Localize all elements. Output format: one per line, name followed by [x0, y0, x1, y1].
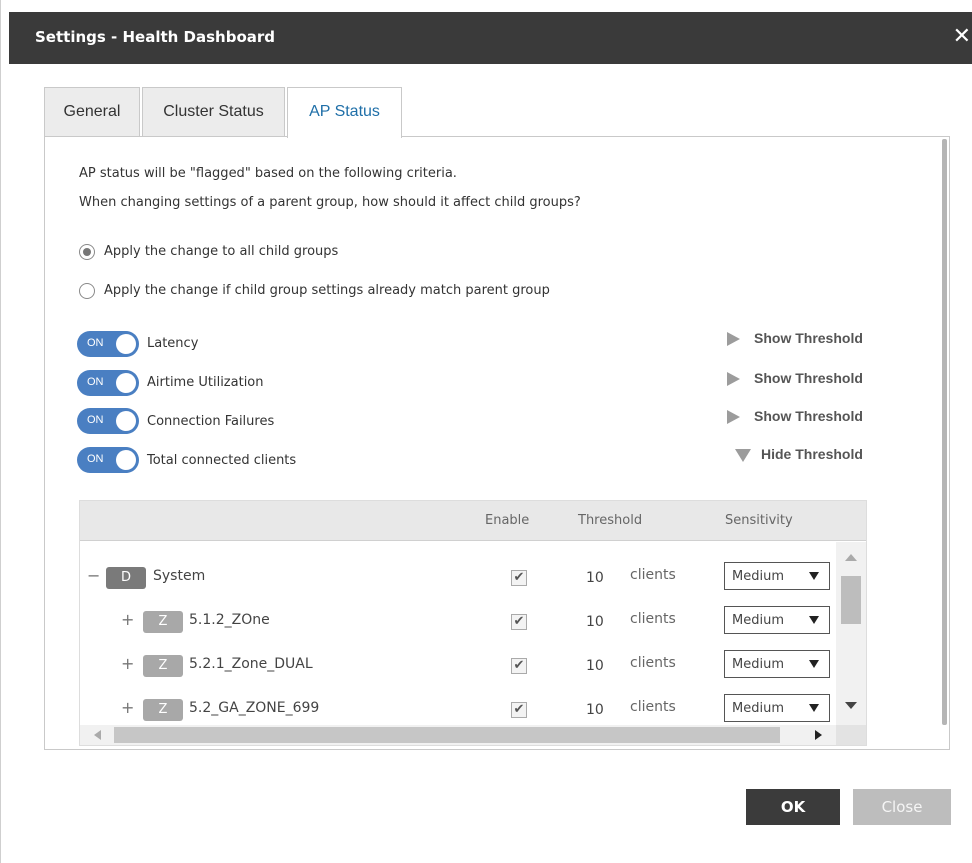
caret-right-icon [727, 372, 740, 387]
close-icon[interactable]: ✕ [953, 24, 971, 49]
toggle-knob [116, 411, 136, 431]
tab-general[interactable]: General [44, 87, 140, 137]
dropdown-arrow-icon [809, 704, 819, 712]
collapse-icon[interactable]: − [87, 566, 100, 585]
zone-badge: Z [143, 699, 183, 721]
radio-apply-all-label: Apply the change to all child groups [104, 244, 339, 259]
table-header: Enable Threshold Sensitivity [80, 501, 866, 541]
radio-apply-if-match-label: Apply the change if child group settings… [104, 283, 550, 298]
threshold-table: Enable Threshold Sensitivity − D System … [79, 500, 867, 746]
expand-icon[interactable]: + [121, 610, 134, 629]
radio-apply-if-match[interactable] [79, 283, 95, 299]
hide-threshold-total-clients[interactable]: Hide Threshold [735, 446, 863, 462]
threshold-unit: clients [630, 655, 676, 671]
close-button[interactable]: Close [853, 789, 951, 825]
tab-ap-status[interactable]: AP Status [287, 87, 402, 138]
toggle-knob [116, 450, 136, 470]
airtime-utilization-toggle[interactable]: ON [77, 370, 139, 396]
threshold-value: 10 [586, 658, 604, 674]
scroll-left-icon[interactable] [94, 730, 101, 740]
row-name: 5.2.1_Zone_DUAL [189, 656, 313, 672]
scroll-thumb[interactable] [841, 576, 861, 624]
header-enable: Enable [485, 513, 530, 528]
domain-badge: D [106, 567, 146, 589]
zone-badge: Z [143, 655, 183, 677]
show-threshold-connection-failures[interactable]: Show Threshold [727, 408, 863, 425]
description-line-1: AP status will be "flagged" based on the… [79, 166, 457, 181]
dialog-title: Settings - Health Dashboard [35, 28, 276, 46]
criteria-label-airtime: Airtime Utilization [147, 375, 264, 390]
toggle-knob [116, 373, 136, 393]
caret-right-icon [727, 332, 740, 347]
table-row: + Z 5.1.2_ZOne ✔ 10 clients Medium [80, 600, 836, 644]
ok-button[interactable]: OK [746, 789, 840, 825]
header-sensitivity: Sensitivity [725, 513, 793, 528]
table-horizontal-scrollbar[interactable] [80, 725, 866, 745]
latency-toggle[interactable]: ON [77, 331, 139, 357]
sensitivity-value: Medium [732, 613, 784, 628]
sensitivity-value: Medium [732, 569, 784, 584]
sensitivity-select[interactable]: Medium [724, 650, 830, 678]
toggle-on-label: ON [87, 337, 104, 349]
row-name: System [153, 568, 206, 584]
scrollbar-corner [836, 725, 866, 745]
sensitivity-value: Medium [732, 701, 784, 716]
sensitivity-select[interactable]: Medium [724, 694, 830, 722]
criteria-label-connection-failures: Connection Failures [147, 414, 275, 429]
connection-failures-toggle[interactable]: ON [77, 408, 139, 434]
toggle-on-label: ON [87, 414, 104, 426]
show-threshold-airtime[interactable]: Show Threshold [727, 370, 863, 387]
total-connected-clients-toggle[interactable]: ON [77, 447, 139, 473]
enable-checkbox[interactable]: ✔ [511, 614, 527, 630]
settings-dialog: Settings - Health Dashboard ✕ General Cl… [0, 0, 972, 863]
scroll-thumb[interactable] [114, 727, 780, 743]
tab-cluster-status[interactable]: Cluster Status [142, 87, 285, 137]
caret-right-icon [727, 410, 740, 425]
zone-badge: Z [143, 611, 183, 633]
dialog-titlebar: Settings - Health Dashboard ✕ [9, 12, 972, 64]
description-line-2: When changing settings of a parent group… [79, 195, 581, 210]
panel-scrollbar[interactable] [942, 139, 947, 725]
dropdown-arrow-icon [809, 660, 819, 668]
row-name: 5.1.2_ZOne [189, 612, 270, 628]
toggle-on-label: ON [87, 453, 104, 465]
dropdown-arrow-icon [809, 616, 819, 624]
sensitivity-value: Medium [732, 657, 784, 672]
enable-checkbox[interactable]: ✔ [511, 570, 527, 586]
toggle-knob [116, 334, 136, 354]
threshold-unit: clients [630, 567, 676, 583]
threshold-unit: clients [630, 699, 676, 715]
sensitivity-select[interactable]: Medium [724, 606, 830, 634]
scroll-up-icon[interactable] [845, 554, 857, 561]
caret-down-icon [735, 448, 751, 462]
dropdown-arrow-icon [809, 572, 819, 580]
table-row: − D System ✔ 10 clients Medium [80, 556, 836, 600]
table-row: + Z 5.2.1_Zone_DUAL ✔ 10 clients Medium [80, 644, 836, 688]
threshold-value: 10 [586, 614, 604, 630]
row-name: 5.2_GA_ZONE_699 [189, 700, 320, 716]
header-threshold: Threshold [578, 513, 643, 528]
expand-icon[interactable]: + [121, 698, 134, 717]
toggle-on-label: ON [87, 376, 104, 388]
table-vertical-scrollbar[interactable] [836, 542, 866, 726]
radio-apply-all[interactable] [79, 244, 95, 260]
criteria-label-total-clients: Total connected clients [147, 453, 297, 468]
expand-icon[interactable]: + [121, 654, 134, 673]
scroll-down-icon[interactable] [845, 702, 857, 709]
enable-checkbox[interactable]: ✔ [511, 702, 527, 718]
threshold-value: 10 [586, 702, 604, 718]
show-threshold-latency[interactable]: Show Threshold [727, 330, 863, 347]
threshold-value: 10 [586, 570, 604, 586]
scroll-right-icon[interactable] [815, 730, 822, 740]
sensitivity-select[interactable]: Medium [724, 562, 830, 590]
criteria-label-latency: Latency [147, 336, 199, 351]
enable-checkbox[interactable]: ✔ [511, 658, 527, 674]
threshold-unit: clients [630, 611, 676, 627]
